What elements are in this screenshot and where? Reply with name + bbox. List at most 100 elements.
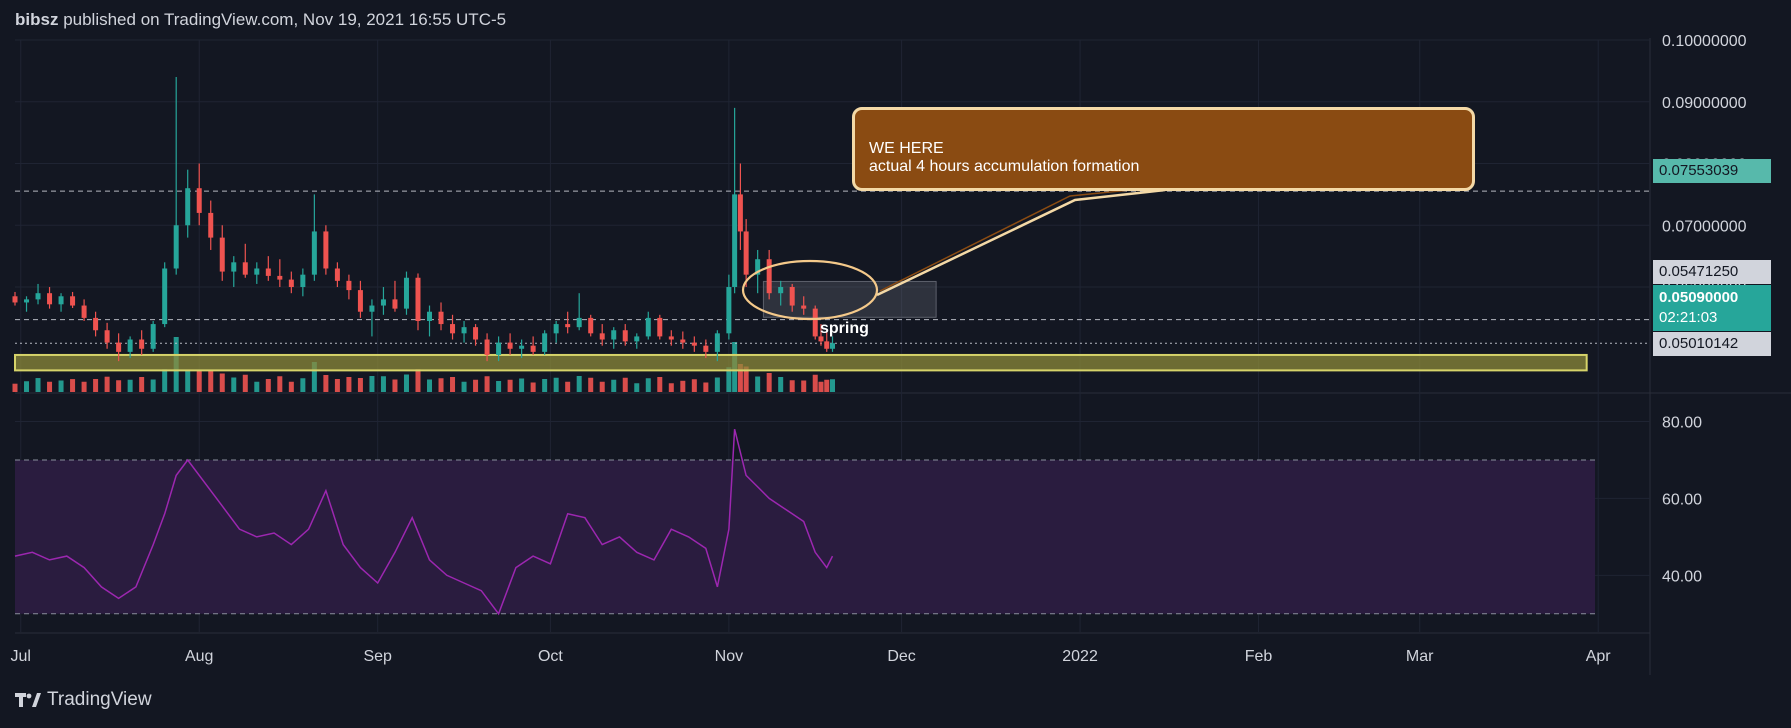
candle-body xyxy=(357,290,363,312)
tradingview-logo-icon xyxy=(15,693,41,707)
candle-body xyxy=(277,275,283,280)
volume-bar xyxy=(35,378,41,392)
candle-body xyxy=(680,339,686,343)
volume-bar xyxy=(208,371,214,392)
x-tick-label: Sep xyxy=(363,648,392,665)
candle-body xyxy=(334,268,340,281)
volume-bar xyxy=(668,383,674,392)
volume-bar xyxy=(812,374,818,392)
y-tick-label: 0.10000000 xyxy=(1662,33,1747,50)
volume-bar xyxy=(196,370,202,392)
candle-body xyxy=(553,324,559,334)
volume-bar xyxy=(645,378,651,392)
tradingview-logo[interactable]: TradingView xyxy=(15,688,152,712)
volume-bar xyxy=(139,377,145,392)
rsi-tick-label: 80.00 xyxy=(1662,415,1702,432)
candle-body xyxy=(657,317,663,337)
x-tick-label: Feb xyxy=(1245,648,1273,665)
candle-body xyxy=(634,336,640,342)
rsi-tick-label: 40.00 xyxy=(1662,568,1702,585)
volume-bar xyxy=(392,379,398,392)
candle-body xyxy=(484,339,490,355)
candle-body xyxy=(622,330,628,342)
volume-bar xyxy=(58,380,64,392)
volume-bar xyxy=(588,377,594,392)
candle-body xyxy=(162,268,168,325)
candle-body xyxy=(403,277,409,309)
volume-bar xyxy=(427,379,433,392)
candle-body xyxy=(714,333,720,352)
volume-bar xyxy=(70,379,76,392)
candle-body xyxy=(824,341,830,349)
volume-bar xyxy=(714,377,720,392)
candle-body xyxy=(93,317,99,331)
volume-bar xyxy=(766,373,772,392)
candle-body xyxy=(185,188,191,226)
volume-bar xyxy=(369,376,375,392)
candle-body xyxy=(311,231,317,275)
volume-bar xyxy=(703,382,709,392)
volume-bar xyxy=(657,377,663,392)
volume-bar xyxy=(438,378,444,392)
candle-body xyxy=(507,342,513,349)
callout-pointer xyxy=(876,188,1166,297)
candle-body xyxy=(830,343,835,349)
callout-line-2: actual 4 hours accumulation formation xyxy=(869,158,1140,175)
candle-body xyxy=(219,237,225,272)
volume-bar xyxy=(150,379,156,392)
callout-pointer-shadow xyxy=(879,187,1151,292)
volume-bar xyxy=(323,375,329,392)
volume-bar xyxy=(542,379,548,392)
candle-body xyxy=(438,311,444,325)
candle-body xyxy=(812,308,818,337)
x-tick-label: Jul xyxy=(11,648,31,665)
candle-body xyxy=(116,342,122,352)
candle-body xyxy=(703,345,709,352)
volume-bar xyxy=(415,369,421,392)
volume-bar xyxy=(12,383,18,392)
candle-body xyxy=(645,317,651,337)
callout-box[interactable]: WE HERE actual 4 hours accumulation form… xyxy=(852,107,1475,191)
x-tick-label: Aug xyxy=(185,648,213,665)
y-tick-label: 0.07000000 xyxy=(1662,218,1747,235)
candle-body xyxy=(588,317,594,334)
candle-body xyxy=(380,299,386,306)
volume-bar xyxy=(254,381,260,392)
candle-body xyxy=(530,345,536,352)
volume-bar xyxy=(450,377,456,392)
candle-body xyxy=(732,194,738,288)
candle-body xyxy=(323,231,329,269)
candle-body xyxy=(231,262,237,272)
candle-body xyxy=(473,327,479,340)
volume-bar xyxy=(755,376,761,392)
candle-body xyxy=(196,188,202,213)
volume-bar xyxy=(778,377,784,392)
volume-bar xyxy=(824,379,830,392)
candle-body xyxy=(12,296,18,303)
candle-body xyxy=(743,231,749,275)
candle-body xyxy=(576,317,582,328)
candle-body xyxy=(496,342,502,355)
candle-body xyxy=(542,333,548,352)
volume-bar xyxy=(104,376,110,392)
volume-bar xyxy=(127,379,133,392)
x-tick-label: Nov xyxy=(715,648,743,665)
spring-label: spring xyxy=(820,320,869,337)
candle-body xyxy=(778,287,784,294)
volume-bar xyxy=(830,379,835,392)
volume-bar xyxy=(231,377,237,392)
volume-bar xyxy=(116,380,122,392)
candle-body xyxy=(461,327,467,334)
candle-body xyxy=(104,330,110,343)
volume-bar xyxy=(507,379,513,392)
candle-body xyxy=(47,293,53,305)
rsi-band xyxy=(15,459,1595,614)
volume-bar xyxy=(553,377,559,392)
candle-body xyxy=(288,279,294,288)
candle-body xyxy=(668,336,674,340)
candle-body xyxy=(346,280,352,291)
volume-bar xyxy=(789,380,795,392)
volume-bar xyxy=(162,369,168,392)
volume-bar xyxy=(185,370,191,392)
volume-bar xyxy=(691,379,697,392)
